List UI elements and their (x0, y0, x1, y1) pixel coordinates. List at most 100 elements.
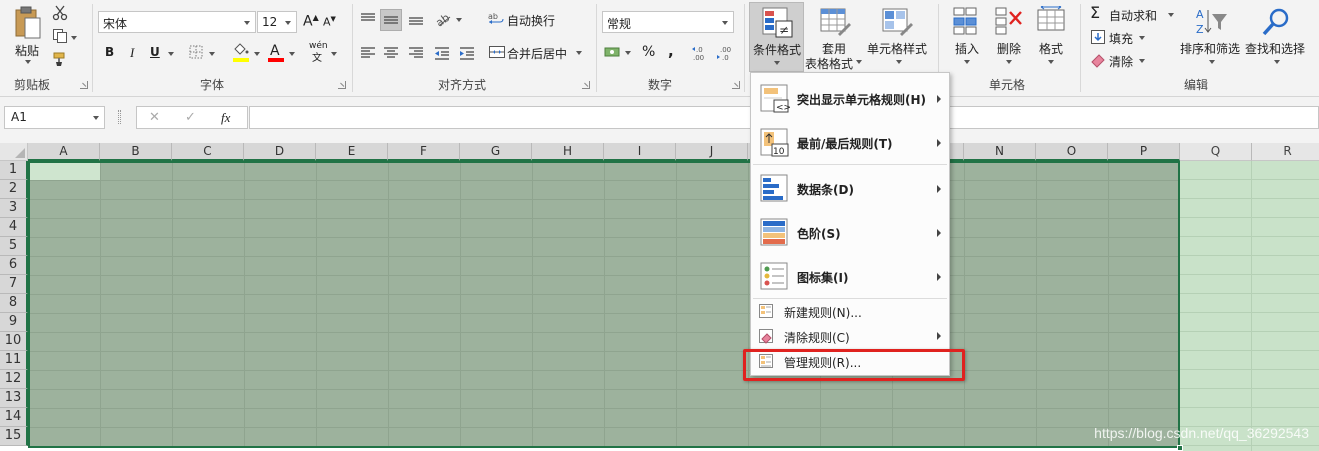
row-header-6[interactable]: 6 (0, 256, 28, 275)
gridline (1180, 350, 1319, 351)
column-header-c[interactable]: C (172, 143, 244, 161)
fill-color-button[interactable] (232, 43, 262, 63)
increase-decimal-icon[interactable]: .0.00 (691, 44, 709, 62)
grow-font-button[interactable]: A▲ (303, 13, 319, 30)
cell-styles-button[interactable]: 单元格样式 (866, 2, 930, 72)
row-header-8[interactable]: 8 (0, 294, 28, 313)
row-header-10[interactable]: 10 (0, 332, 28, 351)
column-header-j[interactable]: J (676, 143, 748, 161)
shrink-font-button[interactable]: A▼ (323, 15, 336, 29)
chevron-down-icon (254, 52, 260, 56)
menu-item-new-rule[interactable]: 新建规则(N)... (751, 299, 949, 323)
decrease-decimal-icon[interactable]: .00.0 (716, 44, 734, 62)
align-left-icon[interactable] (359, 45, 377, 61)
column-header-i[interactable]: I (604, 143, 676, 161)
clear-button[interactable]: 清除 (1089, 51, 1149, 69)
row-header-1[interactable]: 1 (0, 161, 28, 180)
menu-item-highlight-rules[interactable]: <> 突出显示单元格规则(H) (751, 77, 949, 121)
column-header-g[interactable]: G (460, 143, 532, 161)
insert-cells-button[interactable]: 插入 (948, 2, 986, 72)
column-header-n[interactable]: N (964, 143, 1036, 161)
align-center-icon[interactable] (382, 45, 400, 61)
active-cell[interactable] (30, 163, 100, 181)
row-header-14[interactable]: 14 (0, 408, 28, 427)
font-launcher-icon[interactable] (338, 81, 346, 89)
font-name-combo[interactable]: 宋体 (98, 11, 256, 33)
gridline (1180, 388, 1319, 389)
format-cells-button[interactable]: 格式 (1032, 2, 1070, 72)
row-header-5[interactable]: 5 (0, 237, 28, 256)
number-launcher-icon[interactable] (732, 81, 740, 89)
underline-button[interactable]: U (150, 45, 160, 59)
copy-button[interactable] (52, 28, 78, 46)
column-header-p[interactable]: P (1108, 143, 1180, 161)
column-header-a[interactable]: A (28, 143, 100, 161)
percent-button[interactable]: % (642, 44, 655, 60)
row-header-4[interactable]: 4 (0, 218, 28, 237)
name-box[interactable]: A1 (4, 106, 105, 129)
column-header-q[interactable]: Q (1180, 143, 1252, 161)
font-color-button[interactable]: A (268, 43, 298, 63)
conditional-formatting-button[interactable]: ≠ 条件格式 (749, 2, 804, 72)
cut-button[interactable] (52, 5, 70, 23)
align-bottom-icon[interactable] (407, 11, 425, 27)
row-header-13[interactable]: 13 (0, 389, 28, 408)
phonetic-button[interactable]: wén 文 (309, 41, 339, 64)
font-size-combo[interactable]: 12 (257, 11, 297, 33)
menu-item-icon-sets[interactable]: 图标集(I) (751, 255, 949, 299)
menu-item-data-bars[interactable]: 数据条(D) (751, 167, 949, 211)
select-all-corner[interactable] (0, 143, 28, 161)
cancel-icon[interactable]: ✕ (149, 110, 160, 125)
row-header-11[interactable]: 11 (0, 351, 28, 370)
chevron-down-icon (244, 21, 250, 25)
clipboard-launcher-icon[interactable] (80, 81, 88, 89)
enter-icon[interactable]: ✓ (185, 110, 196, 125)
align-top-icon[interactable] (359, 11, 377, 27)
merge-center-button[interactable]: 合并后居中 (488, 44, 588, 64)
column-header-h[interactable]: H (532, 143, 604, 161)
menu-item-color-scales[interactable]: 色阶(S) (751, 211, 949, 255)
align-right-icon[interactable] (407, 45, 425, 61)
align-middle-button[interactable] (380, 9, 402, 31)
selected-range[interactable] (28, 161, 1180, 448)
column-header-r[interactable]: R (1252, 143, 1319, 161)
row-header-7[interactable]: 7 (0, 275, 28, 294)
delete-cells-button[interactable]: 删除 (990, 2, 1028, 72)
column-header-o[interactable]: O (1036, 143, 1108, 161)
paste-button[interactable]: 粘贴 (8, 4, 48, 66)
formula-bar-grip-icon[interactable] (118, 110, 121, 124)
increase-indent-icon[interactable] (458, 45, 476, 61)
menu-item-clear-rules[interactable]: 清除规则(C) (751, 324, 949, 348)
find-select-button[interactable]: 查找和选择 (1244, 2, 1308, 72)
accounting-format-button[interactable] (604, 44, 634, 62)
fill-button[interactable]: 填充 (1089, 28, 1149, 46)
wrap-text-button[interactable]: ab 自动换行 (488, 11, 568, 31)
column-header-e[interactable]: E (316, 143, 388, 161)
number-format-combo[interactable]: 常规 (602, 11, 734, 33)
column-header-d[interactable]: D (244, 143, 316, 161)
decrease-indent-icon[interactable] (433, 45, 451, 61)
row-header-3[interactable]: 3 (0, 199, 28, 218)
menu-item-top-bottom-rules[interactable]: 10 最前/最后规则(T) (751, 121, 949, 165)
borders-button[interactable] (189, 45, 217, 61)
row-header-9[interactable]: 9 (0, 313, 28, 332)
alignment-launcher-icon[interactable] (582, 81, 590, 89)
insert-function-button[interactable]: fx (221, 110, 230, 126)
comma-button[interactable]: , (668, 42, 674, 60)
name-box-value: A1 (11, 110, 27, 124)
autosum-button[interactable]: Σ 自动求和 (1089, 3, 1179, 23)
italic-button[interactable]: I (130, 45, 134, 61)
worksheet-grid[interactable]: ABCDEFGHIJKLMNOPQR 123456789101112131415… (0, 143, 1319, 451)
fill-handle[interactable] (1177, 445, 1183, 451)
row-header-12[interactable]: 12 (0, 370, 28, 389)
unselected-cells-area[interactable] (1180, 161, 1319, 451)
sort-filter-button[interactable]: AZ 排序和筛选 (1180, 2, 1244, 72)
format-painter-button[interactable] (52, 51, 70, 69)
row-header-2[interactable]: 2 (0, 180, 28, 199)
bold-button[interactable]: B (105, 45, 114, 59)
format-as-table-button[interactable]: 套用 表格格式 (804, 2, 864, 72)
column-header-f[interactable]: F (388, 143, 460, 161)
column-header-b[interactable]: B (100, 143, 172, 161)
orientation-button[interactable]: ab (433, 11, 464, 30)
row-header-15[interactable]: 15 (0, 427, 28, 446)
